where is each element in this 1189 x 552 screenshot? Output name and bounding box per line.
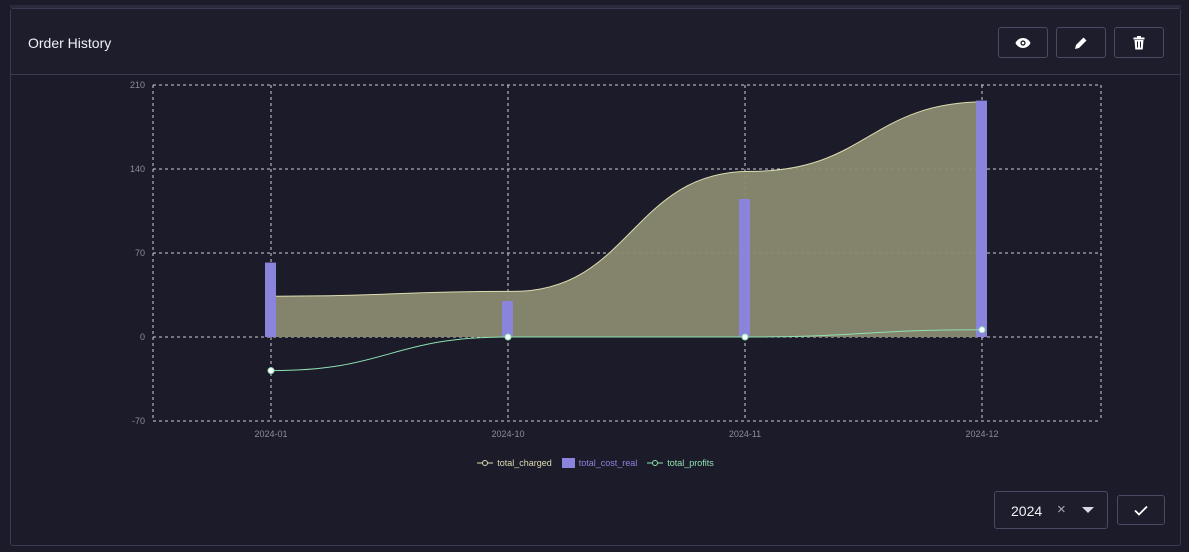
year-select-value: 2024 <box>1011 503 1043 519</box>
chart-legend: total_charged total_cost_real total_profit… <box>11 455 1180 471</box>
legend-item[interactable]: total_charged <box>477 458 552 468</box>
year-select[interactable]: 2024 × <box>994 491 1108 529</box>
view-button[interactable] <box>998 27 1048 58</box>
checkmark-icon <box>1134 505 1148 516</box>
total-charged-area <box>276 101 987 337</box>
page-title: Order History <box>28 35 112 51</box>
total-profits-point <box>741 333 749 341</box>
legend-item[interactable]: total_cost_real <box>561 458 638 468</box>
edit-button[interactable] <box>1056 27 1106 58</box>
legend-swatch <box>477 460 494 466</box>
total-profits-point <box>504 333 512 341</box>
y-tick-label: 0 <box>140 332 145 342</box>
order-history-card: Order History -70 0 70 140 210 2024-01 2… <box>10 8 1181 546</box>
y-tick-label: 210 <box>130 80 145 90</box>
legend-label: total_cost_real <box>578 458 638 468</box>
card-header: Order History <box>11 9 1180 75</box>
legend-swatch <box>647 460 664 466</box>
x-tick-label: 2024-11 <box>729 429 761 439</box>
y-tick-label: 70 <box>135 248 145 258</box>
chevron-down-icon[interactable] <box>1082 507 1094 513</box>
total-cost-real-bar <box>502 301 513 337</box>
apply-button[interactable] <box>1117 495 1165 525</box>
y-tick-label: 140 <box>130 164 145 174</box>
total-cost-real-bar <box>265 262 276 337</box>
legend-swatch <box>561 458 575 468</box>
clear-icon[interactable]: × <box>1057 501 1066 518</box>
order-history-chart: -70 0 70 140 210 2024-01 2024-10 2024-11 2024-12 <box>130 80 1102 439</box>
total-profits-point <box>267 367 275 375</box>
x-tick-label: 2024-12 <box>965 429 998 439</box>
total-cost-real-bar <box>976 100 987 337</box>
eye-icon <box>1015 37 1031 48</box>
x-tick-label: 2024-10 <box>491 429 524 439</box>
y-tick-label: -70 <box>132 416 145 426</box>
legend-item[interactable]: total_profits <box>647 458 714 468</box>
total-profits-point <box>978 326 986 334</box>
delete-button[interactable] <box>1114 27 1164 58</box>
legend-label: total_charged <box>497 458 552 468</box>
x-tick-label: 2024-01 <box>254 429 287 439</box>
pencil-icon <box>1075 36 1088 49</box>
legend-label: total_profits <box>667 458 714 468</box>
trash-icon <box>1133 35 1145 49</box>
total-cost-real-bar <box>739 199 750 337</box>
